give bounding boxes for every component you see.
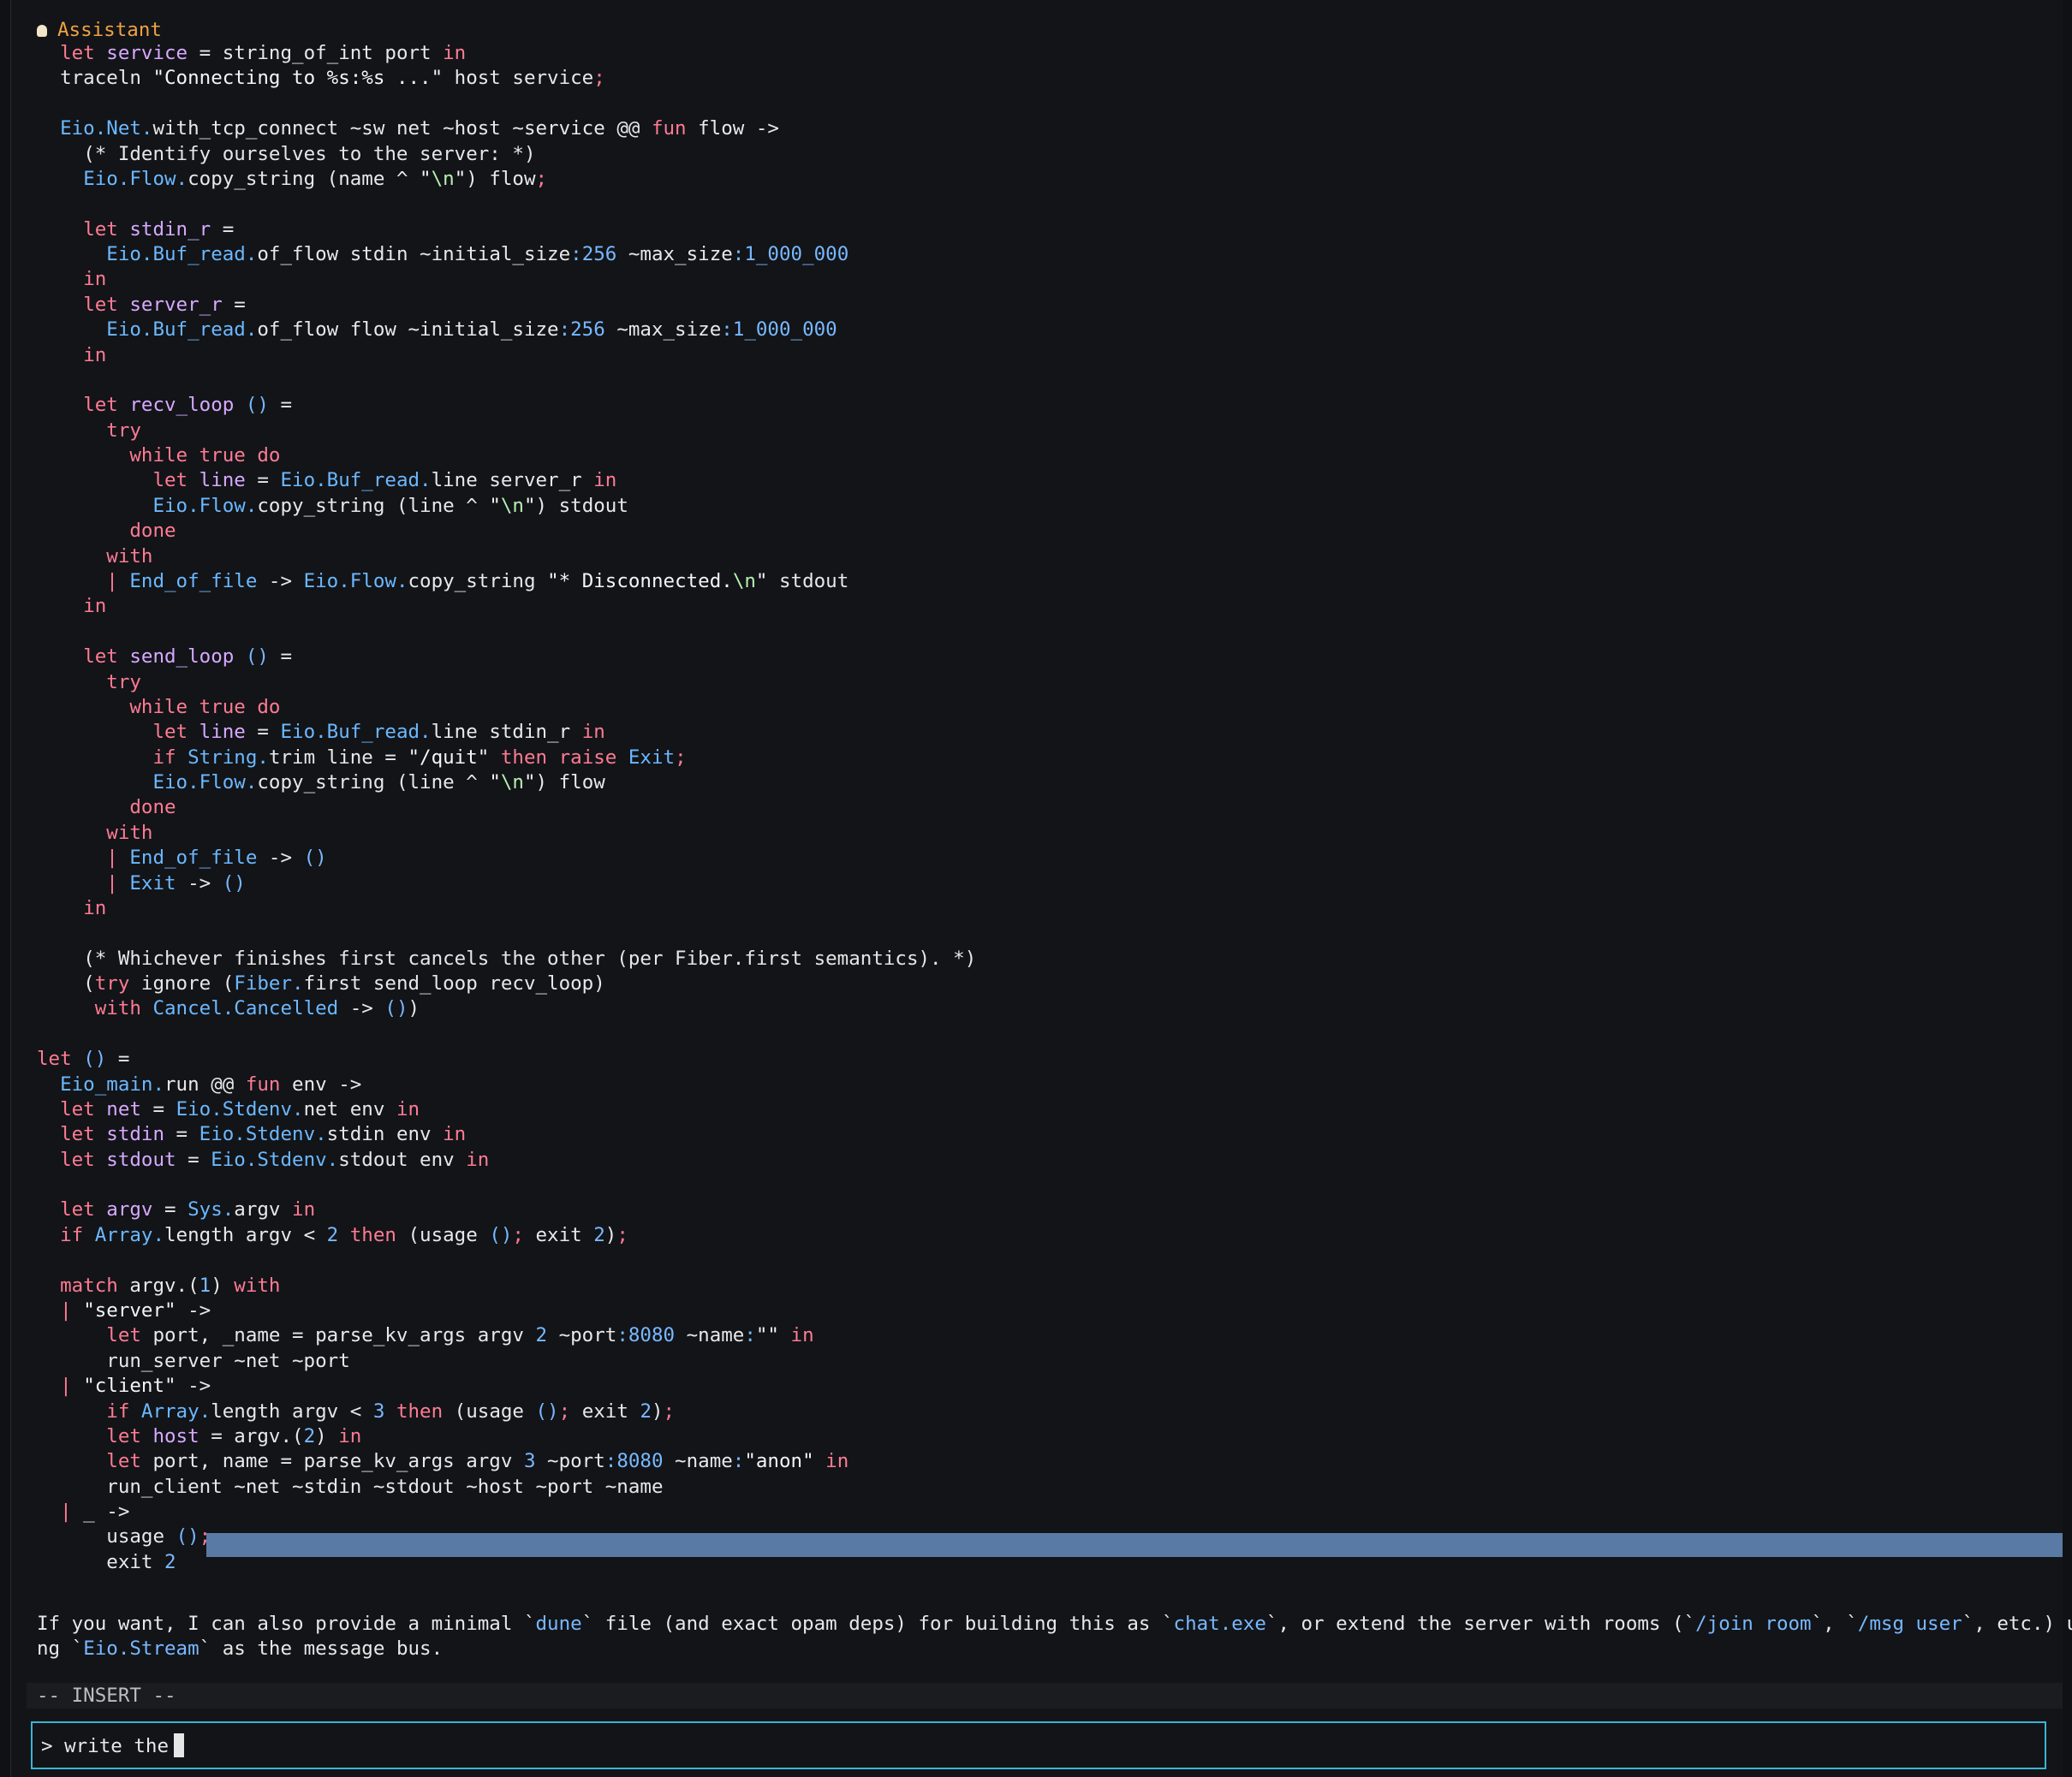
text-selection-highlight xyxy=(206,1533,2063,1557)
prompt-text[interactable]: > write the xyxy=(41,1733,185,1759)
code-line: let stdin = Eio.Stdenv.stdin env in xyxy=(60,1123,467,1146)
mode-status-bar xyxy=(27,1683,2063,1709)
code-line: let send_loop () = xyxy=(83,645,293,669)
code-line: let stdout = Eio.Stdenv.stdout env in xyxy=(60,1148,490,1171)
code-line: Eio.Flow.copy_string (line ^ "\n") flow xyxy=(152,771,605,794)
code-line: if Array.length argv < 3 then (usage ();… xyxy=(106,1400,676,1423)
code-line: Eio.Net.with_tcp_connect ~sw net ~host ~… xyxy=(60,117,779,140)
prompt-value[interactable]: write the xyxy=(64,1735,169,1757)
code-line: if String.trim line = "/quit" then raise… xyxy=(152,746,687,769)
text-cursor xyxy=(174,1733,185,1757)
code-line: Eio_main.run @@ fun env -> xyxy=(60,1073,362,1096)
code-line: let service = string_of_int port in xyxy=(60,42,467,64)
code-line: let port, name = parse_kv_args argv 3 ~p… xyxy=(106,1450,849,1473)
code-line: in xyxy=(83,896,107,919)
code-line: let () = xyxy=(37,1048,130,1071)
code-line: let argv = Sys.argv in xyxy=(60,1198,316,1221)
code-line: usage (); xyxy=(37,1525,211,1548)
code-line: try xyxy=(106,670,141,693)
code-line: | End_of_file -> () xyxy=(106,847,327,870)
code-line: try xyxy=(106,419,141,442)
code-line: Eio.Buf_read.of_flow stdin ~initial_size… xyxy=(106,243,849,266)
code-line: run_server ~net ~port xyxy=(37,1349,350,1372)
lightbulb-icon xyxy=(37,25,47,37)
assistant-header: Assistant xyxy=(37,17,162,43)
code-line: | End_of_file -> Eio.Flow.copy_string "*… xyxy=(106,569,849,592)
terminal-window: Assistant let service = string_of_int po… xyxy=(10,0,2072,1777)
code-line: run_client ~net ~stdin ~stdout ~host ~po… xyxy=(37,1475,664,1498)
code-line: | Exit -> () xyxy=(106,871,246,894)
code-line: in xyxy=(83,268,107,291)
message-text-line-2: ng `Eio.Stream` as the message bus. xyxy=(37,1637,444,1660)
code-line: let server_r = xyxy=(83,293,246,316)
code-line: with Cancel.Cancelled -> ()) xyxy=(94,997,420,1020)
code-line: Eio.Flow.copy_string (line ^ "\n") stdou… xyxy=(152,494,628,517)
code-line: with xyxy=(106,544,153,568)
code-line: with xyxy=(106,821,153,844)
assistant-label: Assistant xyxy=(57,19,162,41)
code-line: let port, _name = parse_kv_args argv 2 ~… xyxy=(106,1324,814,1347)
code-line: done xyxy=(129,520,176,543)
code-line: while true do xyxy=(129,444,281,467)
code-line: done xyxy=(129,796,176,819)
code-line: Eio.Flow.copy_string (name ^ "\n") flow; xyxy=(83,167,548,190)
code-line: Eio.Buf_read.of_flow flow ~initial_size:… xyxy=(106,318,837,342)
prompt-prefix: > xyxy=(41,1735,65,1757)
insert-mode-label: -- INSERT -- xyxy=(37,1685,176,1707)
code-line: let stdin_r = xyxy=(83,217,235,241)
code-line: in xyxy=(83,343,107,366)
message-text-line-1: If you want, I can also provide a minima… xyxy=(37,1613,2072,1635)
code-line: (* Whichever finishes first cancels the … xyxy=(83,947,977,970)
code-line: | "server" -> xyxy=(60,1299,211,1322)
code-line: let line = Eio.Buf_read.line server_r in xyxy=(152,469,617,492)
code-line: (* Identify ourselves to the server: *) xyxy=(83,142,536,165)
code-line: traceln "Connecting to %s:%s ..." host s… xyxy=(37,67,605,90)
code-line: let host = argv.(2) in xyxy=(106,1424,362,1447)
code-line: exit 2 xyxy=(37,1550,176,1573)
code-line: let recv_loop () = xyxy=(83,394,293,417)
code-line: | "client" -> xyxy=(60,1375,211,1398)
code-line: | _ -> xyxy=(60,1501,130,1524)
code-line: let net = Eio.Stdenv.net env in xyxy=(60,1097,420,1120)
code-line: if Array.length argv < 2 then (usage ();… xyxy=(60,1223,628,1246)
code-line: while true do xyxy=(129,695,281,718)
code-line: in xyxy=(83,595,107,618)
prompt-input[interactable]: > write the xyxy=(31,1721,2046,1769)
code-line: (try ignore (Fiber.first send_loop recv_… xyxy=(37,972,605,995)
code-line: let line = Eio.Buf_read.line stdin_r in xyxy=(152,721,605,744)
code-line: match argv.(1) with xyxy=(60,1274,281,1297)
